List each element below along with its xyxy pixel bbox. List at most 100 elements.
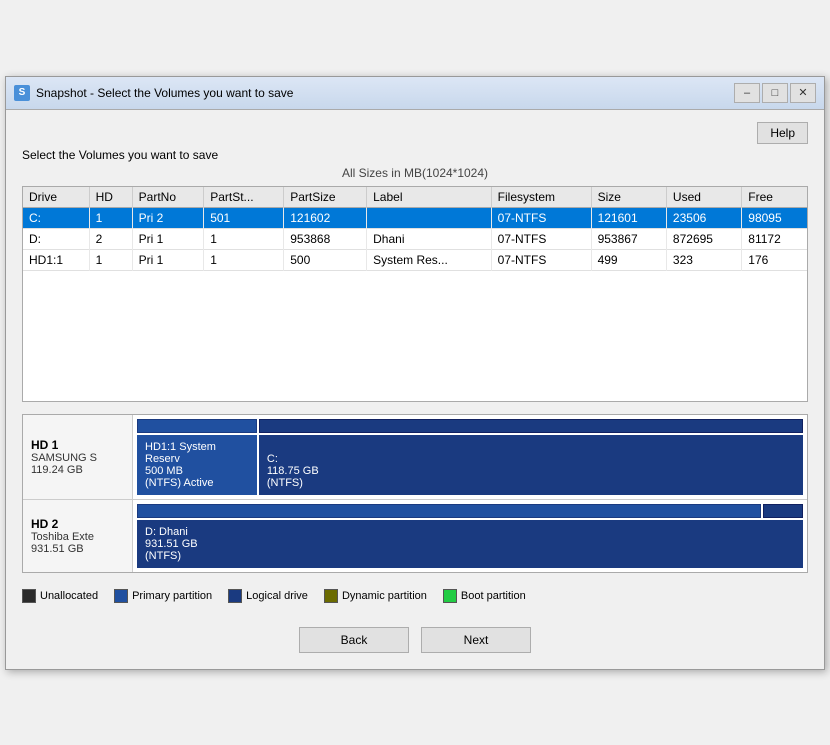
minimize-button[interactable]: – xyxy=(734,83,760,103)
disk-hd1-partitions: HD1:1 System Reserv 500 MB (NTFS) Active… xyxy=(133,415,807,499)
cell-0-3: 501 xyxy=(204,207,284,228)
col-partno: PartNo xyxy=(132,187,204,208)
volumes-table: Drive HD PartNo PartSt... PartSize Label… xyxy=(23,187,807,271)
cell-0-9: 98095 xyxy=(742,207,807,228)
table-header-row: Drive HD PartNo PartSt... PartSize Label… xyxy=(23,187,807,208)
legend-label-dynamic: Dynamic partition xyxy=(342,590,427,602)
col-label: Label xyxy=(367,187,492,208)
hd2-part1-label: D: Dhani xyxy=(145,526,795,538)
disk-hd1-size: 119.24 GB xyxy=(31,464,124,476)
legend-label-primary: Primary partition xyxy=(132,590,212,602)
hd1-part2-type: (NTFS) xyxy=(267,477,795,489)
hd1-part2-bar xyxy=(259,419,803,433)
legend-label-unalloc: Unallocated xyxy=(40,590,98,602)
hd1-part1-label: HD1:1 System Reserv xyxy=(145,441,249,465)
col-filesystem: Filesystem xyxy=(491,187,591,208)
legend-boot: Boot partition xyxy=(443,589,526,603)
disk-hd1-title: HD 1 xyxy=(31,438,124,452)
back-button[interactable]: Back xyxy=(299,627,409,653)
cell-0-8: 23506 xyxy=(666,207,741,228)
volumes-table-container: Drive HD PartNo PartSt... PartSize Label… xyxy=(22,186,808,402)
hd1-detail-row: HD1:1 System Reserv 500 MB (NTFS) Active… xyxy=(137,435,803,495)
hd2-part1-bar xyxy=(137,504,761,518)
col-used: Used xyxy=(666,187,741,208)
content-area: Help Select the Volumes you want to save… xyxy=(6,110,824,669)
hd2-part2-bar xyxy=(763,504,803,518)
table-empty-space xyxy=(23,271,807,401)
table-body: C:1Pri 250112160207-NTFS1216012350698095… xyxy=(23,207,807,270)
cell-1-6: 07-NTFS xyxy=(491,228,591,249)
cell-1-0: D: xyxy=(23,228,89,249)
legend-label-logical: Logical drive xyxy=(246,590,308,602)
close-button[interactable]: ✕ xyxy=(790,83,816,103)
table-row[interactable]: D:2Pri 11953868Dhani07-NTFS9538678726958… xyxy=(23,228,807,249)
next-button[interactable]: Next xyxy=(421,627,531,653)
disk-hd2-partitions: D: Dhani 931.51 GB (NTFS) xyxy=(133,500,807,572)
cell-0-7: 121601 xyxy=(591,207,666,228)
hd1-part2-detail[interactable]: C: 118.75 GB (NTFS) xyxy=(259,435,803,495)
cell-2-3: 1 xyxy=(204,249,284,270)
col-size: Size xyxy=(591,187,666,208)
cell-2-7: 499 xyxy=(591,249,666,270)
legend-box-dynamic xyxy=(324,589,338,603)
disk-row-hd1: HD 1 SAMSUNG S 119.24 GB HD1:1 System Re… xyxy=(23,415,807,500)
hd2-part1-type: (NTFS) xyxy=(145,550,795,562)
cell-1-5: Dhani xyxy=(367,228,492,249)
subtitle: All Sizes in MB(1024*1024) xyxy=(22,166,808,180)
table-row[interactable]: HD1:11Pri 11500System Res...07-NTFS49932… xyxy=(23,249,807,270)
disk-hd2-subtitle: Toshiba Exte xyxy=(31,531,124,543)
cell-0-6: 07-NTFS xyxy=(491,207,591,228)
disk-hd2-title: HD 2 xyxy=(31,517,124,531)
cell-0-4: 121602 xyxy=(284,207,367,228)
window-title: Snapshot - Select the Volumes you want t… xyxy=(36,86,293,100)
hd1-part1-type: (NTFS) Active xyxy=(145,477,249,489)
maximize-button[interactable]: □ xyxy=(762,83,788,103)
cell-1-4: 953868 xyxy=(284,228,367,249)
col-partst: PartSt... xyxy=(204,187,284,208)
button-row: Back Next xyxy=(22,619,808,657)
hd1-part2-label: C: xyxy=(267,453,795,465)
cell-2-6: 07-NTFS xyxy=(491,249,591,270)
hd1-part1-size: 500 MB xyxy=(145,465,249,477)
cell-1-1: 2 xyxy=(89,228,132,249)
legend-primary: Primary partition xyxy=(114,589,212,603)
help-row: Help xyxy=(22,122,808,144)
col-partsize: PartSize xyxy=(284,187,367,208)
disk-hd1-subtitle: SAMSUNG S xyxy=(31,452,124,464)
col-free: Free xyxy=(742,187,807,208)
main-window: S Snapshot - Select the Volumes you want… xyxy=(5,76,825,670)
hd2-bar-row xyxy=(137,504,803,518)
legend-label-boot: Boot partition xyxy=(461,590,526,602)
cell-0-0: C: xyxy=(23,207,89,228)
legend-box-logical xyxy=(228,589,242,603)
cell-0-1: 1 xyxy=(89,207,132,228)
title-controls: – □ ✕ xyxy=(734,83,816,103)
legend-box-primary xyxy=(114,589,128,603)
legend-box-unalloc xyxy=(22,589,36,603)
table-row[interactable]: C:1Pri 2501121602 07-NTFS1216012350698095 xyxy=(23,207,807,228)
disk-info-hd1: HD 1 SAMSUNG S 119.24 GB xyxy=(23,415,133,499)
help-button[interactable]: Help xyxy=(757,122,808,144)
title-bar-left: S Snapshot - Select the Volumes you want… xyxy=(14,85,293,101)
cell-0-5 xyxy=(367,207,492,228)
hd1-bar-row xyxy=(137,419,803,433)
hd2-part1-size: 931.51 GB xyxy=(145,538,795,550)
col-hd: HD xyxy=(89,187,132,208)
hd2-part1-detail[interactable]: D: Dhani 931.51 GB (NTFS) xyxy=(137,520,803,568)
title-bar: S Snapshot - Select the Volumes you want… xyxy=(6,77,824,110)
legend-logical: Logical drive xyxy=(228,589,308,603)
legend-dynamic: Dynamic partition xyxy=(324,589,427,603)
section-title: Select the Volumes you want to save xyxy=(22,148,808,162)
legend-unallocated: Unallocated xyxy=(22,589,98,603)
cell-1-8: 872695 xyxy=(666,228,741,249)
cell-2-5: System Res... xyxy=(367,249,492,270)
disk-visual-area: HD 1 SAMSUNG S 119.24 GB HD1:1 System Re… xyxy=(22,414,808,573)
hd1-part1-bar xyxy=(137,419,257,433)
cell-0-2: Pri 2 xyxy=(132,207,204,228)
cell-2-0: HD1:1 xyxy=(23,249,89,270)
disk-info-hd2: HD 2 Toshiba Exte 931.51 GB xyxy=(23,500,133,572)
disk-hd2-size: 931.51 GB xyxy=(31,543,124,555)
hd1-part1-detail[interactable]: HD1:1 System Reserv 500 MB (NTFS) Active xyxy=(137,435,257,495)
legend-area: Unallocated Primary partition Logical dr… xyxy=(22,583,808,609)
cell-1-9: 81172 xyxy=(742,228,807,249)
